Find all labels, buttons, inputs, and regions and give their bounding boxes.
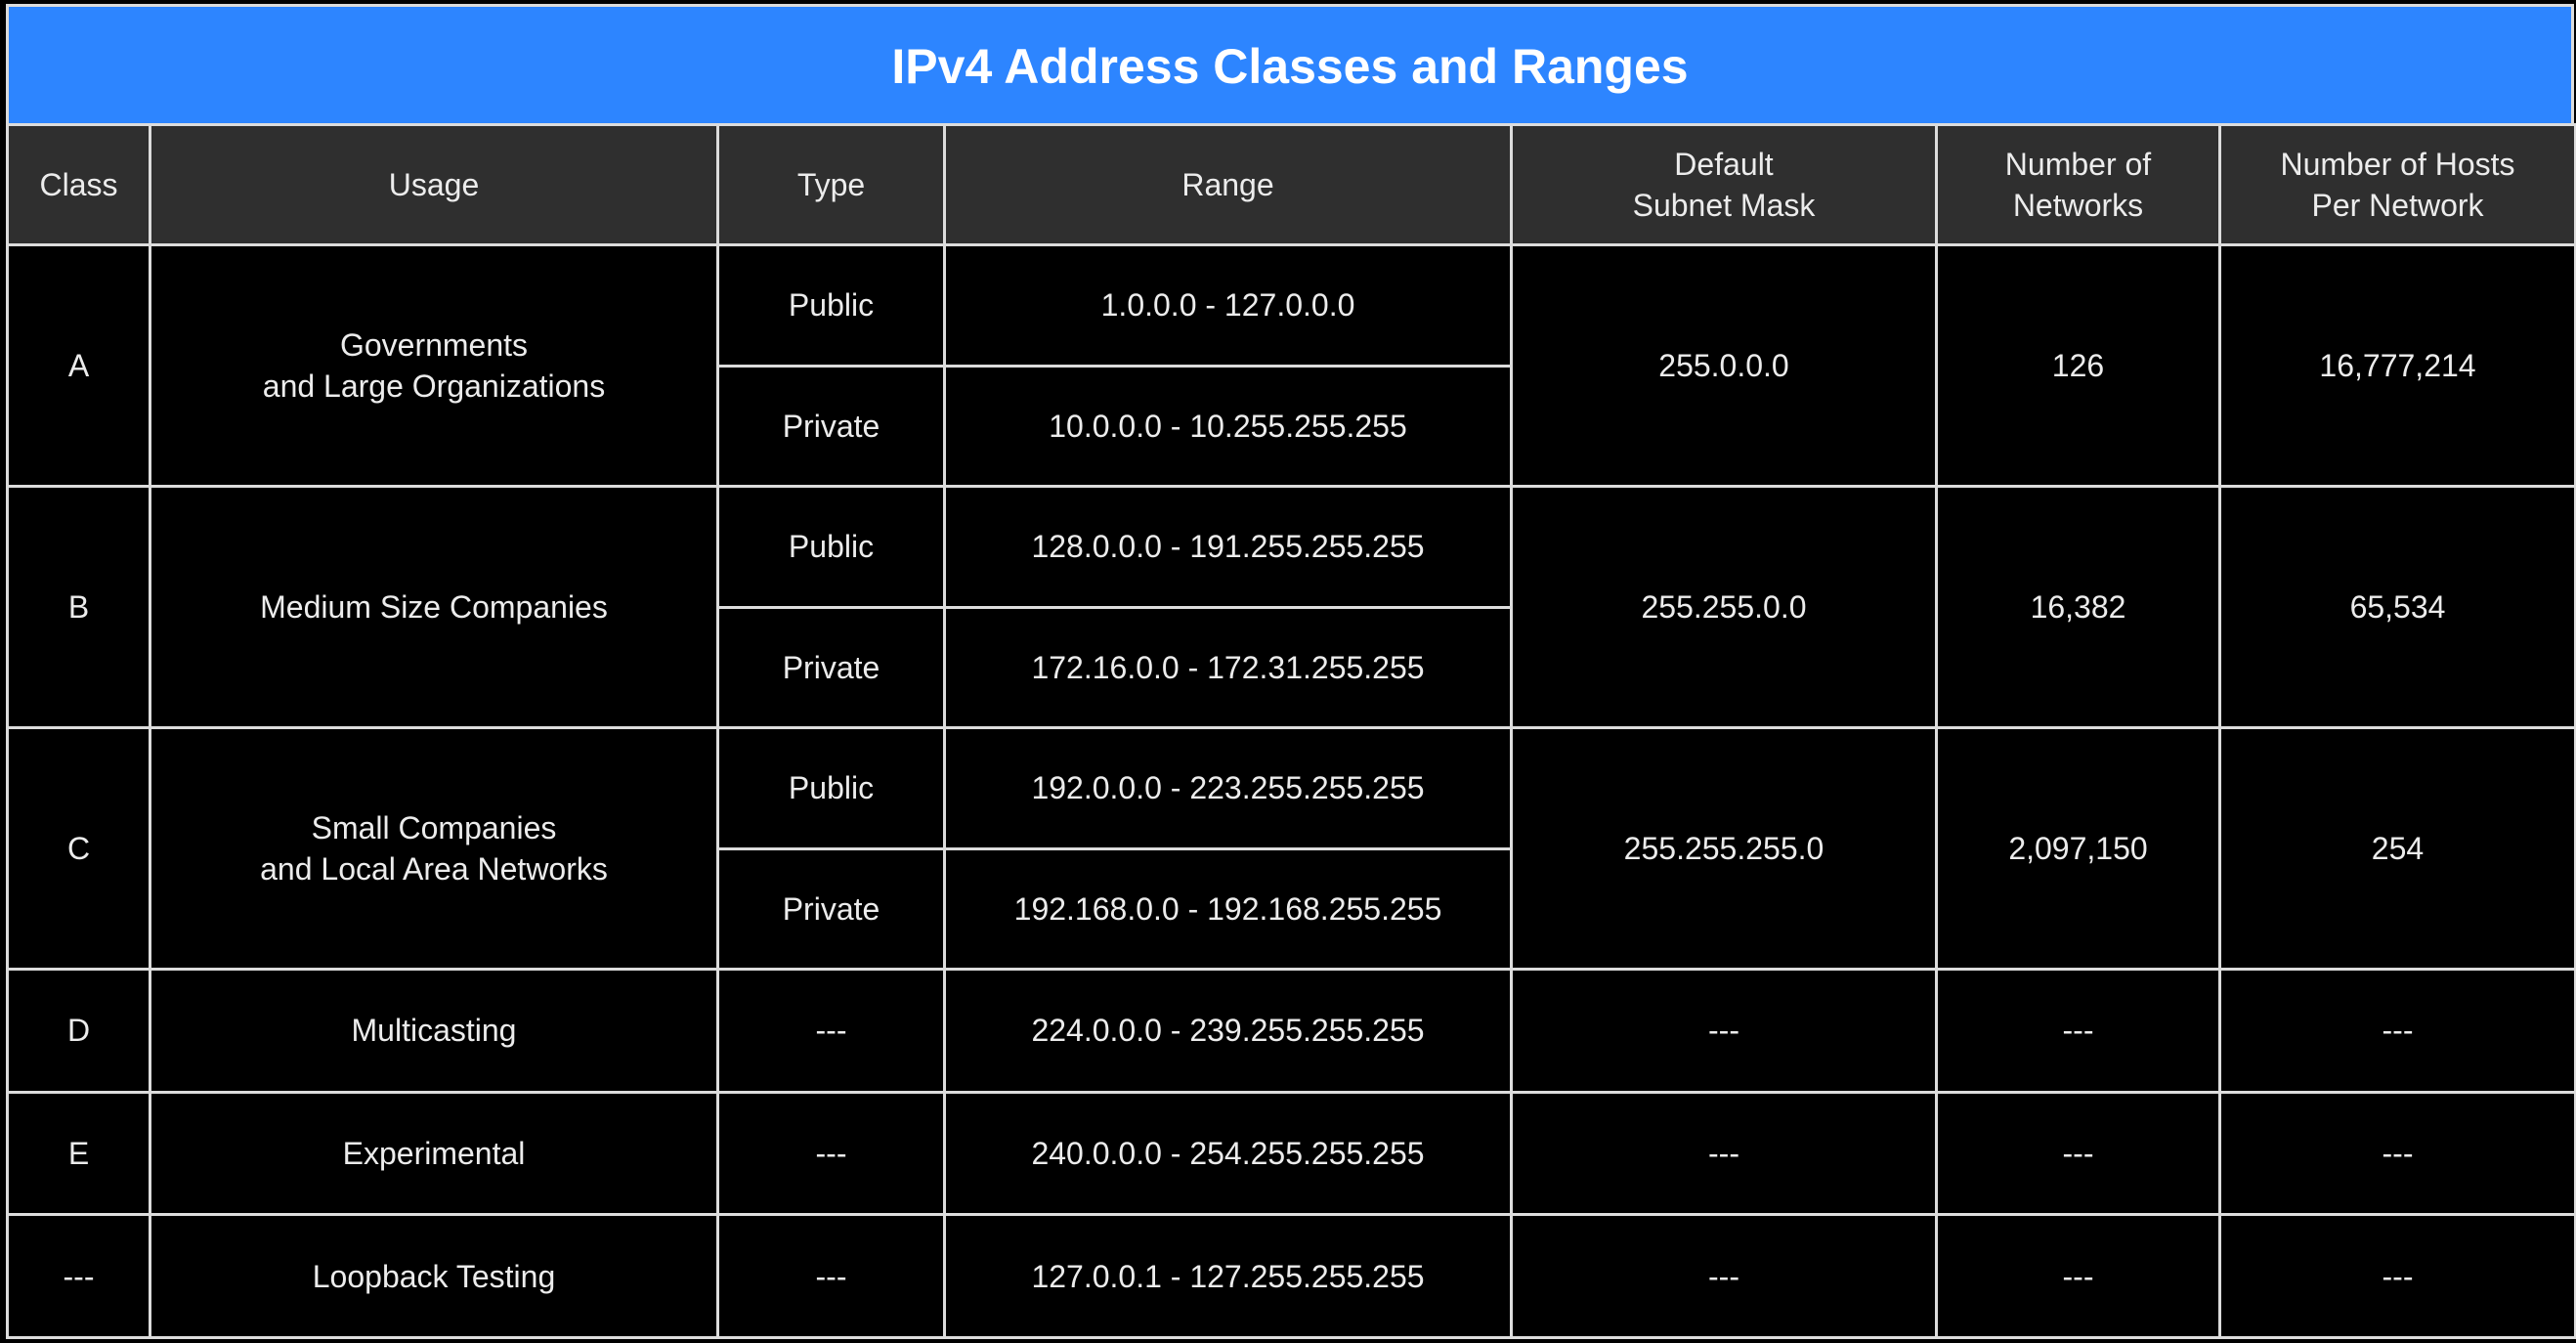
cell-type-private: Private xyxy=(716,846,946,972)
cell-class: E xyxy=(6,1090,151,1217)
cell-hosts: 65,534 xyxy=(2218,485,2576,730)
cell-networks: --- xyxy=(1935,1213,2221,1339)
cell-subnet-mask: --- xyxy=(1510,1213,1938,1339)
cell-type: --- xyxy=(716,1213,946,1339)
table-row-loopback: --- Loopback Testing --- 127.0.0.1 - 127… xyxy=(6,1213,2576,1339)
cell-range-public: 128.0.0.0 - 191.255.255.255 xyxy=(943,485,1513,609)
cell-range-private: 172.16.0.0 - 172.31.255.255 xyxy=(943,605,1513,730)
ipv4-classes-table: Class Usage Type Range Default Subnet Ma… xyxy=(6,123,2576,1339)
cell-networks: 2,097,150 xyxy=(1935,726,2221,972)
column-header-range: Range xyxy=(943,123,1513,246)
cell-usage: Medium Size Companies xyxy=(149,485,719,730)
table-row-class-e: E Experimental --- 240.0.0.0 - 254.255.2… xyxy=(6,1090,2576,1217)
cell-type-public: Public xyxy=(716,726,946,850)
cell-networks: 16,382 xyxy=(1935,485,2221,730)
cell-hosts: 254 xyxy=(2218,726,2576,972)
column-header-hosts: Number of Hosts Per Network xyxy=(2218,123,2576,246)
title-band: IPv4 Address Classes and Ranges xyxy=(6,4,2574,126)
cell-type-private: Private xyxy=(716,364,946,489)
page-title: IPv4 Address Classes and Ranges xyxy=(891,39,1689,94)
table-row-class-c-public: C Small Companies and Local Area Network… xyxy=(6,726,2576,972)
cell-type: --- xyxy=(716,968,946,1094)
column-header-subnet-mask: Default Subnet Mask xyxy=(1510,123,1938,246)
table-row-class-b-public: B Medium Size Companies Public 128.0.0.0… xyxy=(6,485,2576,730)
ipv4-classes-figure: IPv4 Address Classes and Ranges Class Us… xyxy=(6,4,2576,1339)
cell-range: 224.0.0.0 - 239.255.255.255 xyxy=(943,968,1513,1094)
cell-subnet-mask: 255.255.0.0 xyxy=(1510,485,1938,730)
cell-class: D xyxy=(6,968,151,1094)
cell-class: B xyxy=(6,485,151,730)
cell-usage: Small Companies and Local Area Networks xyxy=(149,726,719,972)
cell-usage: Multicasting xyxy=(149,968,719,1094)
cell-range-public: 1.0.0.0 - 127.0.0.0 xyxy=(943,243,1513,368)
cell-class: C xyxy=(6,726,151,972)
cell-type-public: Public xyxy=(716,243,946,368)
cell-type: --- xyxy=(716,1090,946,1217)
cell-networks: --- xyxy=(1935,1090,2221,1217)
cell-class: --- xyxy=(6,1213,151,1339)
cell-networks: 126 xyxy=(1935,242,2221,489)
cell-hosts: 16,777,214 xyxy=(2218,242,2576,489)
column-header-class: Class xyxy=(6,123,151,246)
table-row-class-d: D Multicasting --- 224.0.0.0 - 239.255.2… xyxy=(6,968,2576,1094)
column-header-usage: Usage xyxy=(149,123,719,246)
cell-range: 127.0.0.1 - 127.255.255.255 xyxy=(943,1213,1513,1339)
cell-hosts: --- xyxy=(2218,1090,2576,1217)
cell-range-private: 192.168.0.0 - 192.168.255.255 xyxy=(943,846,1513,972)
cell-subnet-mask: --- xyxy=(1510,1090,1938,1217)
cell-usage: Loopback Testing xyxy=(149,1213,719,1339)
table-row-class-a-public: A Governments and Large Organizations Pu… xyxy=(6,242,2576,489)
cell-usage: Experimental xyxy=(149,1090,719,1217)
cell-type-public: Public xyxy=(716,485,946,609)
cell-networks: --- xyxy=(1935,968,2221,1094)
cell-type-private: Private xyxy=(716,605,946,730)
cell-class: A xyxy=(6,242,151,489)
column-header-type: Type xyxy=(716,123,946,246)
cell-range-private: 10.0.0.0 - 10.255.255.255 xyxy=(943,364,1513,489)
cell-hosts: --- xyxy=(2218,968,2576,1094)
cell-usage: Governments and Large Organizations xyxy=(149,242,719,489)
cell-hosts: --- xyxy=(2218,1213,2576,1339)
cell-subnet-mask: 255.0.0.0 xyxy=(1510,242,1938,489)
cell-range: 240.0.0.0 - 254.255.255.255 xyxy=(943,1090,1513,1217)
cell-range-public: 192.0.0.0 - 223.255.255.255 xyxy=(943,726,1513,850)
header-row: Class Usage Type Range Default Subnet Ma… xyxy=(6,123,2576,246)
column-header-networks: Number of Networks xyxy=(1935,123,2221,246)
cell-subnet-mask: 255.255.255.0 xyxy=(1510,726,1938,972)
cell-subnet-mask: --- xyxy=(1510,968,1938,1094)
